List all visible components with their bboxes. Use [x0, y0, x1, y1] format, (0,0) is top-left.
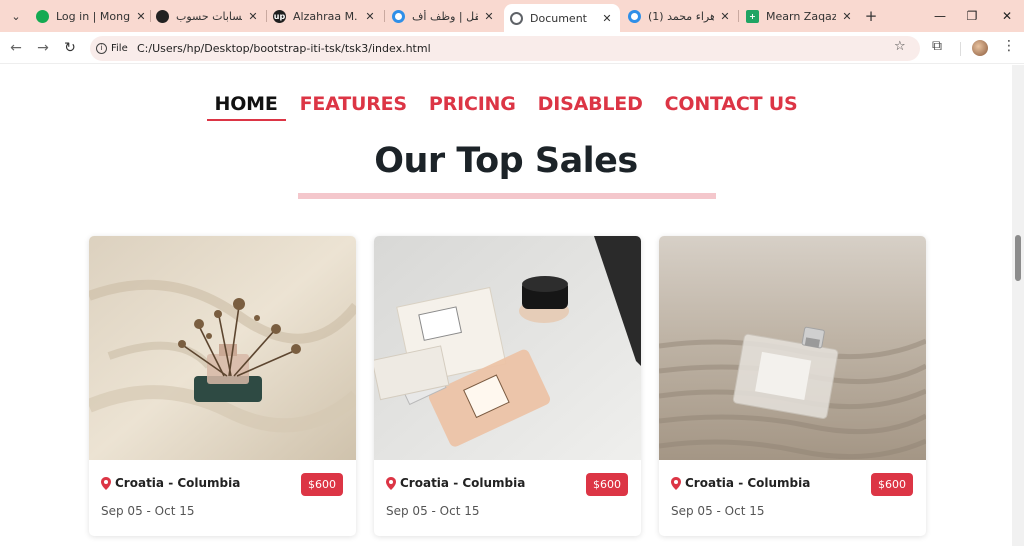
plus-icon: + — [864, 7, 878, 25]
main-nav: HOME FEATURES PRICING DISABLED CONTACT U… — [0, 93, 1012, 121]
close-icon[interactable]: ✕ — [363, 10, 377, 23]
tab-hsoub[interactable]: حسابات حسوب - ✕ — [156, 5, 260, 27]
card-location: Croatia - Columbia — [101, 476, 240, 490]
info-icon: i — [96, 43, 107, 54]
location-text: Croatia - Columbia — [115, 476, 241, 490]
map-pin-icon — [671, 476, 681, 490]
globe-icon — [510, 11, 523, 25]
restore-icon: ❐ — [966, 9, 978, 23]
tab-title: (1) الزهراء محمد — [648, 9, 714, 23]
location-text: Croatia - Columbia — [400, 476, 526, 490]
mostaql-icon — [392, 9, 405, 23]
tab-title: Alzahraa M. - Fr — [293, 9, 359, 23]
minimize-button[interactable]: — — [930, 6, 950, 26]
price-badge: $600 — [871, 473, 913, 496]
mongodb-icon — [36, 9, 49, 23]
tab-upwork[interactable]: up Alzahraa M. - Fr ✕ — [273, 5, 377, 27]
url-text[interactable]: C:/Users/hp/Desktop/bootstrap-iti-tsk/ts… — [137, 40, 431, 57]
title-underline — [298, 193, 716, 199]
menu-kebab-icon[interactable]: ⋮ — [1002, 38, 1016, 54]
tab-title: حسابات حسوب - — [176, 9, 242, 23]
tab-title: Document — [530, 11, 587, 25]
mostaql-icon — [628, 9, 641, 23]
arrow-left-icon: ← — [10, 40, 22, 56]
extensions-icon[interactable]: ⧉ — [932, 38, 942, 54]
forward-button[interactable]: → — [33, 38, 53, 58]
date-range: Sep 05 - Oct 15 — [386, 504, 480, 518]
close-icon: ✕ — [1001, 9, 1013, 23]
card-image-chanel — [374, 236, 641, 460]
site-info-label: File — [111, 43, 128, 54]
tab-mostaql[interactable]: مستقل | وظف أف ✕ — [392, 5, 496, 27]
close-icon[interactable]: ✕ — [482, 10, 496, 23]
map-pin-icon — [386, 476, 396, 490]
tab-title: مستقل | وظف أف — [412, 9, 478, 23]
sheets-icon: + — [746, 9, 759, 23]
page-scrollbar[interactable] — [1012, 65, 1024, 546]
restore-button[interactable]: ❐ — [962, 6, 982, 26]
chevron-down-icon: ⌄ — [11, 9, 21, 23]
site-info-button[interactable]: i File — [96, 40, 128, 57]
nav-item-home[interactable]: HOME — [204, 93, 289, 121]
back-button[interactable]: ← — [6, 38, 26, 58]
tab-title: Mearn Zaqaziq A — [766, 9, 836, 23]
minimize-icon: — — [934, 9, 946, 23]
product-card[interactable]: Croatia - Columbia $600 Sep 05 - Oct 15 — [89, 236, 356, 536]
tab-document[interactable]: Document ✕ — [504, 4, 620, 32]
tab-mongodb[interactable]: Log in | MongoD ✕ — [36, 5, 148, 27]
nav-item-features[interactable]: FEATURES — [289, 93, 418, 121]
tab-mostaql-profile[interactable]: (1) الزهراء محمد ✕ — [628, 5, 732, 27]
card-image-flowers — [89, 236, 356, 460]
tab-search-button[interactable]: ⌄ — [6, 6, 26, 26]
product-card[interactable]: Croatia - Columbia $600 Sep 05 - Oct 15 — [659, 236, 926, 536]
hsoub-icon — [156, 9, 169, 23]
close-icon[interactable]: ✕ — [134, 10, 148, 23]
new-tab-button[interactable]: + — [862, 6, 880, 26]
close-icon[interactable]: ✕ — [718, 10, 732, 23]
card-location: Croatia - Columbia — [386, 476, 525, 490]
card-image-sand — [659, 236, 926, 460]
bookmark-star-icon[interactable]: ☆ — [894, 39, 906, 54]
date-range: Sep 05 - Oct 15 — [101, 504, 195, 518]
section-title: Our Top Sales — [374, 141, 638, 181]
browser-toolbar: ← → ↻ i File C:/Users/hp/Desktop/bootstr… — [0, 32, 1024, 64]
location-text: Croatia - Columbia — [685, 476, 811, 490]
tab-title: Log in | MongoD — [56, 9, 130, 23]
reload-button[interactable]: ↻ — [60, 38, 80, 58]
price-badge: $600 — [586, 473, 628, 496]
scrollbar-thumb[interactable] — [1015, 235, 1021, 281]
page-content: HOME FEATURES PRICING DISABLED CONTACT U… — [0, 65, 1012, 546]
map-pin-icon — [101, 476, 111, 490]
nav-item-pricing[interactable]: PRICING — [418, 93, 527, 121]
tab-sheets[interactable]: + Mearn Zaqaziq A ✕ — [746, 5, 854, 27]
profile-avatar[interactable] — [972, 40, 988, 56]
price-badge: $600 — [301, 473, 343, 496]
arrow-right-icon: → — [37, 40, 49, 56]
address-bar[interactable]: i File C:/Users/hp/Desktop/bootstrap-iti… — [90, 36, 920, 61]
close-icon[interactable]: ✕ — [840, 10, 854, 23]
reload-icon: ↻ — [64, 40, 76, 56]
close-icon[interactable]: ✕ — [246, 10, 260, 23]
nav-item-disabled[interactable]: DISABLED — [527, 93, 654, 121]
date-range: Sep 05 - Oct 15 — [671, 504, 765, 518]
tab-strip: ⌄ Log in | MongoD ✕ حسابات حسوب - ✕ up A… — [0, 0, 1024, 32]
product-card[interactable]: Croatia - Columbia $600 Sep 05 - Oct 15 — [374, 236, 641, 536]
close-icon[interactable]: ✕ — [600, 12, 614, 25]
card-location: Croatia - Columbia — [671, 476, 810, 490]
upwork-icon: up — [273, 9, 286, 23]
nav-item-contact[interactable]: CONTACT US — [654, 93, 809, 121]
close-window-button[interactable]: ✕ — [997, 6, 1017, 26]
